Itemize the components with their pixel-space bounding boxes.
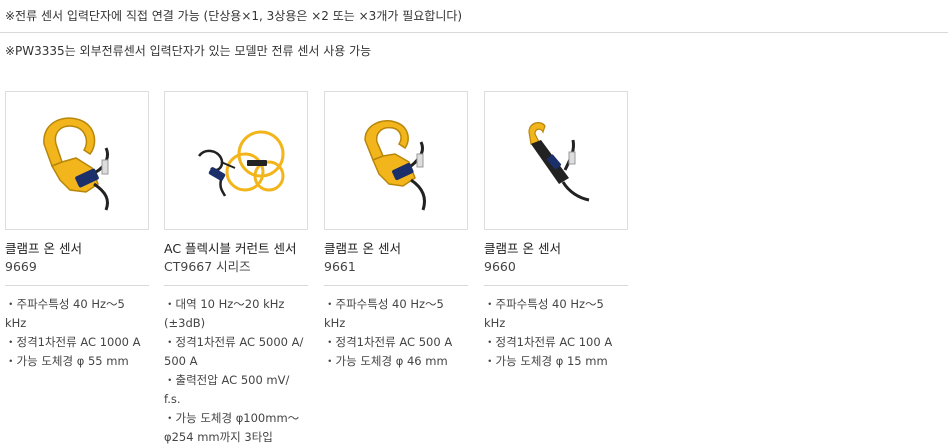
product-title: 클램프 온 센서	[324, 241, 401, 256]
product-title: 클램프 온 센서	[5, 241, 82, 256]
spec-item: ・정격1차전류 AC 5000 A/	[164, 335, 304, 349]
product-image-9661[interactable]	[324, 91, 468, 230]
spec-item: ・가능 도체경 φ100mm～	[164, 411, 300, 425]
product-card-9661[interactable]: 클램프 온 센서 9661 ・주파수특성 40 Hz～5 kHz ・정격1차전류…	[324, 91, 468, 371]
spec-item: ・정격1차전류 AC 500 A	[324, 335, 453, 349]
product-model: 9669	[5, 259, 37, 274]
spec-item: ・정격1차전류 AC 100 A	[484, 335, 613, 349]
product-image-9669[interactable]	[5, 91, 149, 230]
spec-item: ・주파수특성 40 Hz～5	[484, 297, 604, 311]
product-model: 9660	[484, 259, 516, 274]
product-image-ct9667[interactable]	[164, 91, 308, 230]
spec-item: ・가능 도체경 φ 15 mm	[484, 354, 608, 368]
spec-item: ・가능 도체경 φ 46 mm	[324, 354, 448, 368]
product-image-9660[interactable]	[484, 91, 628, 230]
product-title: 클램프 온 센서	[484, 241, 561, 256]
card-divider	[5, 285, 149, 286]
card-divider	[484, 285, 628, 286]
spec-list: ・대역 10 Hz～20 kHz (±3dB) ・정격1차전류 AC 5000 …	[164, 295, 308, 447]
product-card-9660[interactable]: 클램프 온 센서 9660 ・주파수특성 40 Hz～5 kHz ・정격1차전류…	[484, 91, 628, 371]
card-divider	[324, 285, 468, 286]
spec-item: ・대역 10 Hz～20 kHz	[164, 297, 285, 311]
spec-item: ・주파수특성 40 Hz～5	[324, 297, 444, 311]
spec-list: ・주파수특성 40 Hz～5 kHz ・정격1차전류 AC 500 A ・가능 …	[324, 295, 468, 371]
product-card-ct9667[interactable]: AC 플렉시블 커런트 센서 CT9667 시리즈 ・대역 10 Hz～20 k…	[164, 91, 308, 447]
spec-list: ・주파수특성 40 Hz～5 kHz ・정격1차전류 AC 1000 A ・가능…	[5, 295, 149, 371]
spec-item: ・정격1차전류 AC 1000 A	[5, 335, 141, 349]
spec-item: 500 A	[164, 354, 198, 368]
spec-list: ・주파수특성 40 Hz～5 kHz ・정격1차전류 AC 100 A ・가능 …	[484, 295, 628, 371]
product-card-9669[interactable]: 클램프 온 센서 9669 ・주파수특성 40 Hz～5 kHz ・정격1차전류…	[5, 91, 149, 371]
spec-item: kHz	[324, 316, 346, 330]
spec-item: φ254 mm까지 3타입	[164, 430, 273, 444]
spec-item: kHz	[484, 316, 506, 330]
product-model: 9661	[324, 259, 356, 274]
divider	[0, 32, 948, 33]
note-direct-connection: ※전류 센서 입력단자에 직접 연결 가능 (단상용×1, 3상용은 ×2 또는…	[5, 9, 463, 23]
spec-item: (±3dB)	[164, 316, 206, 330]
card-divider	[164, 285, 308, 286]
spec-item: kHz	[5, 316, 27, 330]
note-pw3335: ※PW3335는 외부전류센서 입력단자가 있는 모델만 전류 센서 사용 가능	[5, 44, 372, 58]
product-title: AC 플렉시블 커런트 센서	[164, 241, 297, 256]
spec-item: ・주파수특성 40 Hz～5	[5, 297, 125, 311]
product-model: CT9667 시리즈	[164, 259, 251, 274]
spec-item: ・가능 도체경 φ 55 mm	[5, 354, 129, 368]
spec-item: ・출력전압 AC 500 mV/ f.s.	[164, 373, 290, 406]
